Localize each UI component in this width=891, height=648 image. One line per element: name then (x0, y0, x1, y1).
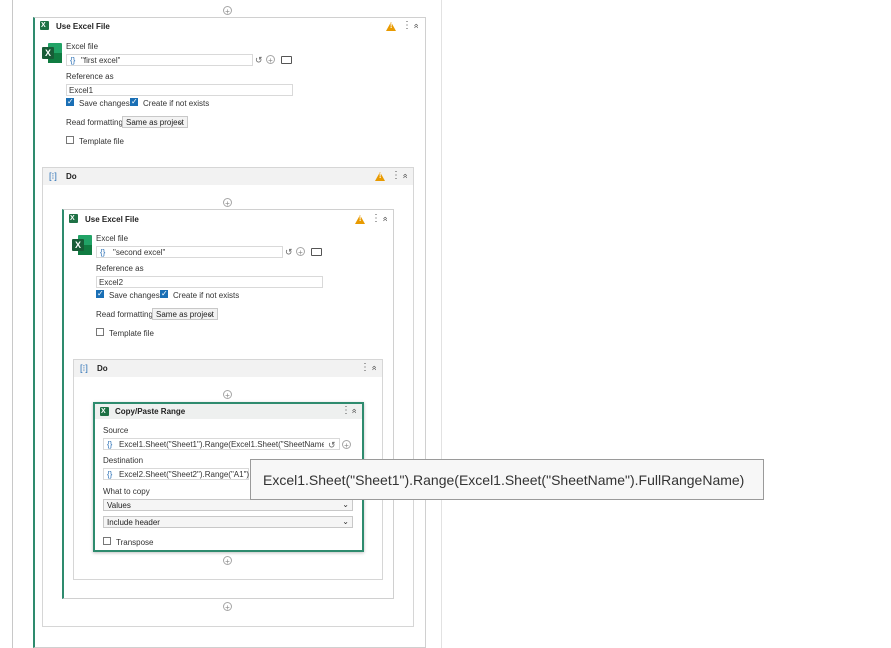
outer-use-excel-header[interactable]: Use Excel File ⋮ » (35, 18, 425, 34)
include-header-value: Include header (107, 518, 160, 527)
read-formatting-dropdown[interactable]: Same as project ⌄ (122, 116, 188, 128)
refresh-icon[interactable]: ↺ (328, 440, 336, 450)
reference-input[interactable]: Excel2 (96, 276, 323, 288)
excel-icon (100, 407, 109, 416)
destination-value: Excel2.Sheet("Sheet2").Range("A1") (119, 470, 250, 479)
collapse-icon[interactable]: » (400, 173, 410, 178)
canvas-left-border (12, 0, 13, 648)
source-tooltip-text: Excel1.Sheet("Sheet1").Range(Excel1.Shee… (263, 472, 745, 488)
source-tooltip: Excel1.Sheet("Sheet1").Range(Excel1.Shee… (250, 459, 764, 500)
read-formatting-value: Same as project (156, 310, 214, 319)
read-formatting-value: Same as project (126, 118, 184, 127)
destination-input[interactable]: {} Excel2.Sheet("Sheet2").Range("A1") (103, 468, 249, 480)
excel-file-input[interactable]: {} "second excel" (96, 246, 283, 258)
add-activity-button[interactable]: + (223, 556, 232, 566)
warning-icon[interactable] (386, 22, 396, 31)
create-if-not-exists-checkbox[interactable] (130, 97, 138, 106)
reference-value: Excel1 (69, 86, 94, 95)
excel-file-label: Excel file (66, 42, 99, 51)
what-to-copy-label: What to copy (103, 487, 150, 496)
reference-input[interactable]: Excel1 (66, 84, 293, 96)
excel-file-label: Excel file (96, 234, 129, 243)
reference-label: Reference as (66, 72, 114, 81)
destination-label: Destination (103, 456, 144, 465)
expression-brace-icon: {} (100, 248, 106, 257)
template-file-checkbox[interactable] (96, 328, 104, 336)
template-file-label: Template file (109, 329, 154, 338)
excel-icon (69, 214, 78, 223)
excel-file-large-icon: X (42, 43, 62, 63)
create-if-not-exists-label: Create if not exists (173, 291, 240, 300)
excel-file-value: "second excel" (113, 248, 166, 257)
save-changes-label: Save changes (79, 99, 130, 108)
insert-icon[interactable]: + (342, 440, 351, 450)
read-formatting-label: Read formatting (96, 310, 153, 319)
insert-icon[interactable]: + (266, 55, 275, 65)
add-activity-button[interactable]: + (223, 602, 232, 612)
add-activity-button[interactable]: + (223, 6, 232, 16)
source-value: Excel1.Sheet("Sheet1").Range(Excel1.Shee… (119, 440, 324, 449)
collapse-icon[interactable]: » (380, 216, 390, 221)
expression-brace-icon: {} (107, 440, 113, 449)
folder-icon[interactable] (311, 248, 322, 256)
what-to-copy-dropdown[interactable]: Values ⌄ (103, 499, 353, 511)
expression-brace-icon: {} (70, 56, 76, 65)
chevron-down-icon: ⌄ (342, 517, 349, 526)
refresh-icon[interactable]: ↺ (285, 247, 293, 257)
collapse-icon[interactable]: » (349, 408, 359, 413)
chevron-down-icon: ⌄ (342, 500, 349, 509)
excel-icon (40, 21, 49, 30)
outer-do-title: Do (66, 172, 77, 181)
save-changes-label: Save changes (109, 291, 160, 300)
inner-use-excel-title: Use Excel File (85, 215, 139, 224)
outer-do-header[interactable]: [⁝] Do ⋮ » (43, 168, 413, 185)
template-file-checkbox[interactable] (66, 136, 74, 144)
save-changes-checkbox[interactable] (96, 289, 104, 298)
copy-paste-title: Copy/Paste Range (115, 407, 186, 416)
inner-do-title: Do (97, 364, 108, 373)
reference-value: Excel2 (99, 278, 124, 287)
insert-icon[interactable]: + (296, 247, 305, 257)
excel-file-large-icon: X (72, 235, 92, 255)
expression-brace-icon: {} (107, 470, 113, 479)
what-to-copy-value: Values (107, 501, 131, 510)
read-formatting-dropdown[interactable]: Same as project ⌄ (152, 308, 218, 320)
source-label: Source (103, 426, 129, 435)
transpose-label: Transpose (116, 538, 154, 547)
read-formatting-label: Read formatting (66, 118, 123, 127)
canvas-right-border (441, 0, 442, 648)
collapse-icon[interactable]: » (369, 365, 379, 370)
save-changes-checkbox[interactable] (66, 97, 74, 106)
reference-label: Reference as (96, 264, 144, 273)
include-header-dropdown[interactable]: Include header ⌄ (103, 516, 353, 528)
chevron-down-icon: ⌄ (207, 309, 214, 318)
template-file-label: Template file (79, 137, 124, 146)
sequence-icon: [⁝] (80, 363, 88, 373)
create-if-not-exists-checkbox[interactable] (160, 289, 168, 298)
chevron-down-icon: ⌄ (177, 117, 184, 126)
outer-use-excel-title: Use Excel File (56, 22, 110, 31)
inner-do-header[interactable]: [⁝] Do ⋮ » (74, 360, 382, 377)
collapse-icon[interactable]: » (411, 23, 421, 28)
excel-file-input[interactable]: {} "first excel" (66, 54, 253, 66)
warning-icon[interactable] (355, 215, 365, 224)
excel-file-value: "first excel" (81, 56, 121, 65)
create-if-not-exists-label: Create if not exists (143, 99, 210, 108)
sequence-icon: [⁝] (49, 171, 57, 181)
add-activity-button[interactable]: + (223, 198, 232, 208)
refresh-icon[interactable]: ↺ (255, 55, 263, 65)
inner-use-excel-header[interactable]: Use Excel File ⋮ » (64, 210, 393, 226)
add-activity-button[interactable]: + (223, 390, 232, 400)
folder-icon[interactable] (281, 56, 292, 64)
source-input[interactable]: {} Excel1.Sheet("Sheet1").Range(Excel1.S… (103, 438, 340, 450)
copy-paste-header[interactable]: Copy/Paste Range ⋮ » (95, 404, 362, 419)
warning-icon[interactable] (375, 172, 385, 181)
transpose-checkbox[interactable] (103, 537, 111, 545)
